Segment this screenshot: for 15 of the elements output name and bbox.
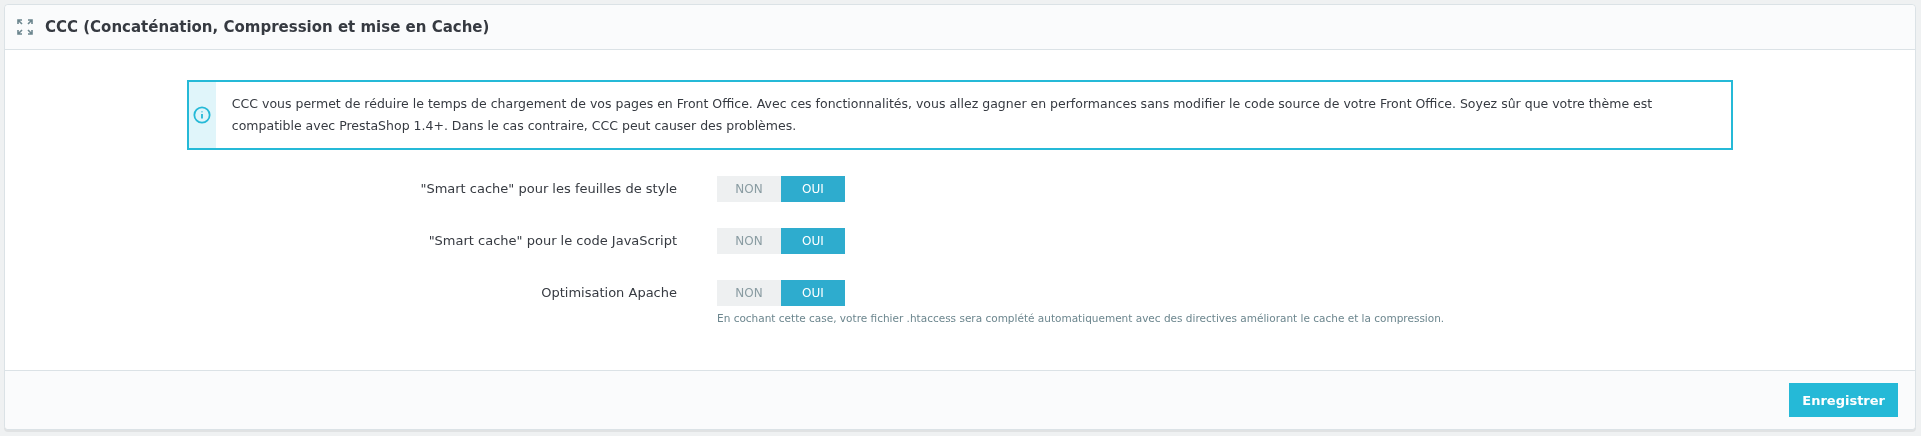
setting-label: Optimisation Apache xyxy=(540,284,677,302)
expand-icon xyxy=(17,19,33,35)
setting-label: "Smart cache" pour le code JavaScript xyxy=(427,232,677,250)
toggle-option[interactable]: OUI xyxy=(781,228,845,254)
toggle-option[interactable]: OUI xyxy=(781,176,845,202)
info-icon xyxy=(193,106,212,124)
save-button[interactable]: Enregistrer xyxy=(1789,383,1898,417)
toggle-option[interactable]: NON xyxy=(717,228,781,254)
toggle-option[interactable]: NON xyxy=(717,280,781,306)
toggle-option[interactable]: OUI xyxy=(781,280,845,306)
setting-label: "Smart cache" pour les feuilles de style xyxy=(419,180,677,198)
info-text: CCC vous permet de réduire le temps de chargement de vos pages en Front Office. Avec ces fonctionnalités, vous allez gagner en performances sans modifier le code source de votre Front Office. Soyez sûr que votre thème est compatible avec PrestaShop 1.4+. Dans le cas contraire, CCC peut causer des problèmes. xyxy=(230,95,1654,135)
toggle-option[interactable]: NON xyxy=(717,176,781,202)
panel-title: CCC (Concaténation, Compression et mise en Cache) xyxy=(45,18,490,36)
help-text: En cochant cette case, votre fichier .htaccess sera complété automatiquement avec des directives améliorant le cache et la compression. xyxy=(717,312,1446,324)
